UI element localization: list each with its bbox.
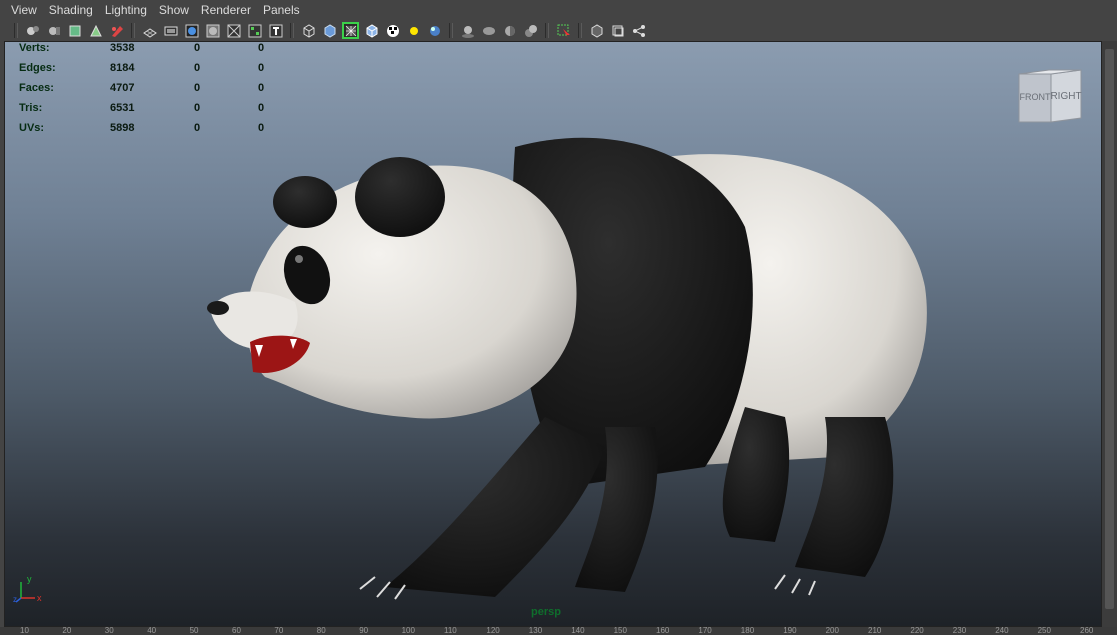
ruler-tick-label: 150 [613,627,627,635]
hud-value: 0 [258,42,265,54]
ruler-tick-label: 70 [274,627,284,635]
xray-icon[interactable] [588,22,605,39]
axis-gizmo: y x z [13,574,42,604]
axis-x-label: x [37,593,42,603]
ruler-tick-label: 180 [740,627,755,635]
2d-pan-zoom-icon[interactable] [87,22,104,39]
menu-renderer[interactable]: Renderer [195,0,257,20]
ruler-tick-label: 40 [147,627,157,635]
wireframe-icon[interactable] [300,22,317,39]
ruler-tick-label: 160 [656,627,670,635]
panda-model[interactable] [185,87,945,607]
ruler-tick-label: 80 [316,627,326,635]
menu-shading[interactable]: Shading [43,0,99,20]
hud-value: 8184 [110,62,135,74]
viewcube-right-label[interactable]: RIGHT [1050,91,1081,102]
ruler-tick-label: 250 [1037,627,1051,635]
wireframe-on-shaded-icon[interactable] [342,22,359,39]
viewcube-front-label[interactable]: FRONT [1020,92,1051,102]
ruler-tick-label: 200 [825,627,839,635]
hud-label: Faces: [19,82,54,94]
menu-view[interactable]: View [0,0,43,20]
grid-icon[interactable] [141,22,158,39]
ambient-occlusion-icon[interactable] [459,22,476,39]
perspective-viewport[interactable]: Verts: 3538 0 0 Edges: 8184 0 0 Faces: 4… [4,41,1102,627]
axis-z-label: z [13,595,17,604]
use-default-lights-icon[interactable] [405,22,422,39]
camera-attributes-icon[interactable] [24,22,41,39]
ruler-tick-label: 140 [571,627,585,635]
ruler-tick-label: 20 [62,627,72,635]
toolbar-divider [578,23,582,38]
image-plane-icon[interactable] [66,22,83,39]
motion-blur-icon[interactable] [480,22,497,39]
xray-joints-icon[interactable] [609,22,626,39]
hud-value: 0 [258,62,265,74]
resolution-gate-icon[interactable] [183,22,200,39]
ruler-tick-label: 260 [1080,627,1094,635]
toolbar-divider [290,23,294,38]
shadows-icon[interactable] [426,22,443,39]
ruler-tick-label: 110 [444,627,457,635]
isolate-select-icon[interactable] [555,22,572,39]
depth-of-field-icon[interactable] [522,22,539,39]
toolbar-divider [449,23,453,38]
field-chart-icon[interactable] [225,22,242,39]
hud-label: Edges: [19,62,56,74]
text-icon[interactable] [267,22,284,39]
hud-value: 0 [194,62,201,74]
ruler-tick-label: 130 [528,627,543,635]
hud-value: 6531 [110,102,135,114]
hud-value: 4707 [110,82,135,94]
ruler-tick-label: 30 [104,627,114,635]
ruler-tick-label: 120 [486,627,500,635]
hud-label: Tris: [19,102,43,114]
safe-title-icon[interactable] [246,22,263,39]
bookmarks-icon[interactable] [45,22,62,39]
grease-pencil-icon[interactable] [108,22,125,39]
ruler-tick-label: 50 [189,627,199,635]
checker-icon[interactable] [384,22,401,39]
panel-toolbar [0,20,1117,41]
menu-lighting[interactable]: Lighting [99,0,153,20]
ruler-tick-label: 10 [20,627,29,635]
ruler-tick-label: 100 [401,627,415,635]
ruler-tick-label: 90 [359,627,369,635]
hud-label: UVs: [19,122,45,134]
scrollbar-thumb[interactable] [1105,49,1114,609]
vertical-scrollbar[interactable] [1102,41,1117,627]
axis-y-label: y [27,574,32,584]
view-cube[interactable]: FRONT RIGHT [1015,66,1085,126]
hud-value: 0 [194,42,201,54]
gate-mask-icon[interactable] [204,22,221,39]
time-ruler[interactable]: 10 20 30 40 50 60 70 80 90 100 110 120 130 140 150 160 1… [0,627,1117,635]
film-gate-icon[interactable] [162,22,179,39]
toolbar-divider [14,23,18,38]
ruler-tick-label: 240 [995,627,1009,635]
ruler-tick-label: 190 [783,627,797,635]
hud-label: Verts: [19,42,50,54]
menu-show[interactable]: Show [153,0,195,20]
camera-name-label: persp [531,606,561,618]
smooth-shade-icon[interactable] [321,22,338,39]
toolbar-divider [131,23,135,38]
ruler-tick-label: 210 [868,627,882,635]
textured-icon[interactable] [363,22,380,39]
menu-panels[interactable]: Panels [257,0,306,20]
share-icon[interactable] [630,22,647,39]
hud-value: 3538 [110,42,135,54]
toolbar-divider [545,23,549,38]
anti-aliasing-icon[interactable] [501,22,518,39]
panel-menu-bar: View Shading Lighting Show Renderer Pane… [0,0,1117,20]
ruler-tick-label: 220 [910,627,924,635]
hud-value: 5898 [110,122,135,134]
ruler-tick-label: 230 [952,627,967,635]
ruler-tick-label: 170 [698,627,712,635]
ruler-tick-label: 60 [232,627,241,635]
